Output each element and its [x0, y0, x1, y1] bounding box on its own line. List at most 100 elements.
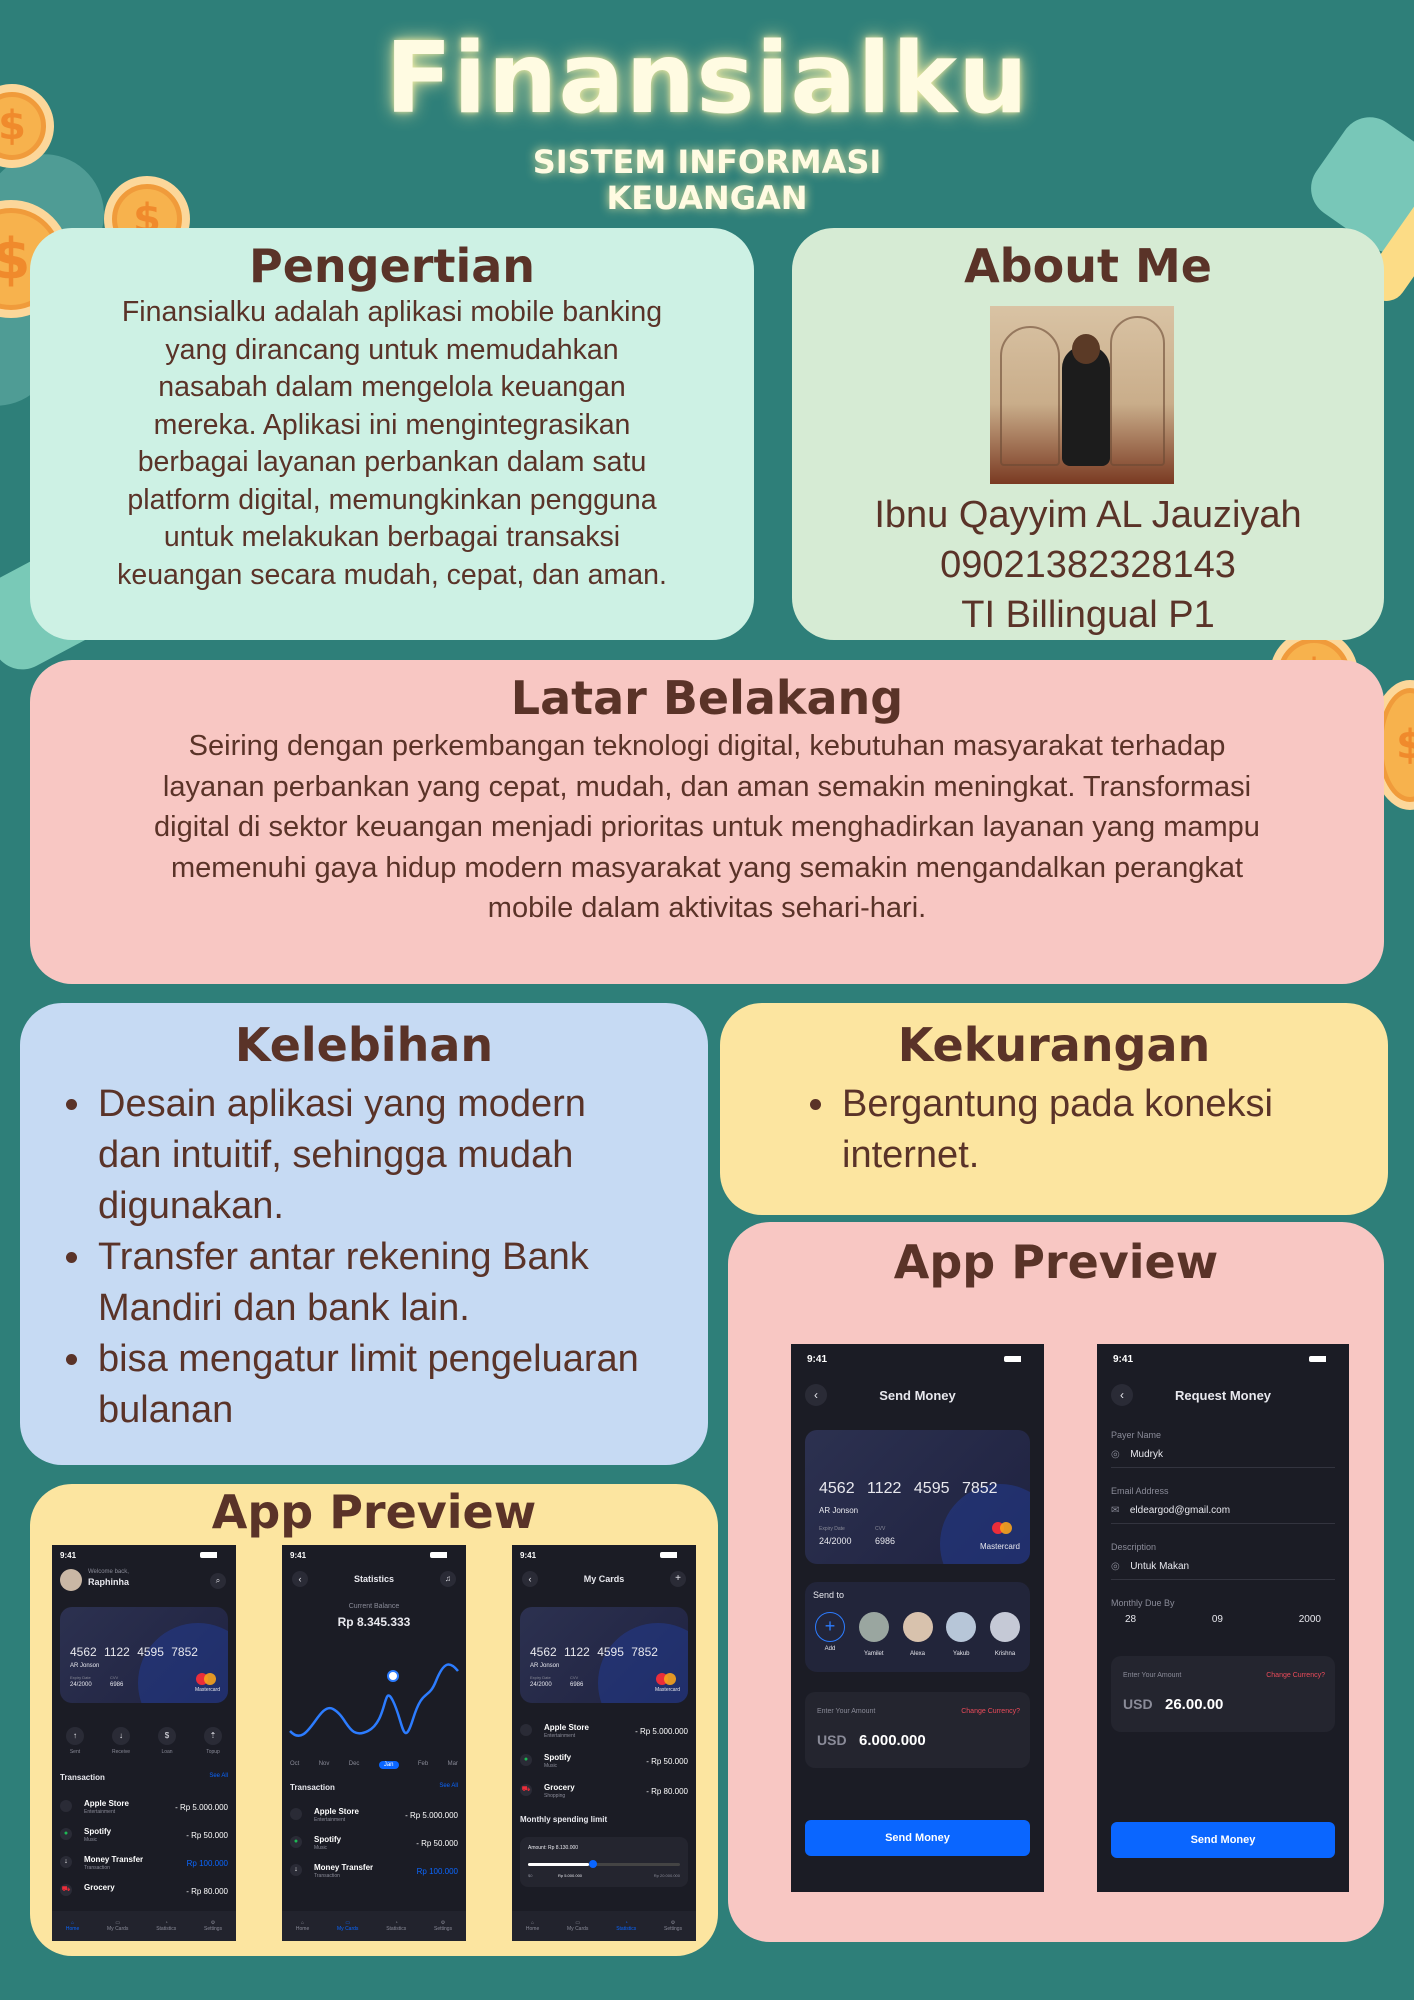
- slider-thumb[interactable]: [588, 1860, 597, 1868]
- due-year[interactable]: 2000: [1299, 1614, 1321, 1634]
- arrow-up-icon: ↑: [66, 1727, 84, 1745]
- tx-category: Shopping: [544, 1793, 566, 1799]
- due-day[interactable]: 28: [1125, 1614, 1136, 1634]
- nav-statistics[interactable]: ◔ Statistics: [156, 1920, 176, 1932]
- contact-item[interactable]: Krishna: [986, 1612, 1024, 1657]
- kelebihan-card: Kelebihan Desain aplikasi yang modern da…: [20, 1003, 708, 1465]
- transaction-row[interactable]: Apple Store Entertainment - Rp 5.000.000: [290, 1807, 458, 1831]
- payer-field[interactable]: ◎ Mudryk: [1111, 1444, 1335, 1468]
- change-currency-link[interactable]: Change Currency?: [1266, 1672, 1325, 1679]
- tx-category: Music: [544, 1763, 558, 1769]
- limit-slider[interactable]: [528, 1860, 680, 1868]
- transaction-row[interactable]: ↓ Money Transfer Transaction Rp 100.000: [290, 1863, 458, 1887]
- tx-amount: - Rp 50.000: [646, 1757, 688, 1766]
- credit-card[interactable]: 4562 1122 4595 7852 AR Jonson Expiry Dat…: [60, 1607, 228, 1703]
- nav-home[interactable]: ⌂ Home: [66, 1920, 79, 1932]
- action-sent-button[interactable]: ↑ Sent: [60, 1727, 90, 1755]
- photo-person: [1062, 346, 1110, 466]
- dollar-icon: $: [158, 1727, 176, 1745]
- tx-name: Grocery: [84, 1883, 115, 1892]
- nav-settings[interactable]: ⚙ Settings: [664, 1920, 682, 1932]
- change-currency-link[interactable]: Change Currency?: [961, 1708, 1020, 1715]
- month-tab[interactable]: Nov: [319, 1761, 330, 1769]
- status-time: 9:41: [1113, 1354, 1134, 1365]
- transaction-row[interactable]: ↓ Money Transfer Transaction Rp 100.000: [60, 1855, 228, 1879]
- nav-settings[interactable]: ⚙ Settings: [434, 1920, 452, 1932]
- limit-amount: Amount: Rp 8.130.000: [528, 1845, 579, 1851]
- due-month[interactable]: 09: [1212, 1614, 1223, 1634]
- credit-card[interactable]: 4562 1122 4595 7852 AR Jonson Expiry Dat…: [805, 1430, 1030, 1564]
- transaction-row[interactable]: ⛟ Grocery Shopping - Rp 80.000: [520, 1783, 688, 1807]
- transaction-row[interactable]: ● Spotify Music - Rp 50.000: [520, 1753, 688, 1777]
- nav-my-cards[interactable]: ▭ My Cards: [107, 1920, 128, 1932]
- section-body: Finansialku adalah aplikasi mobile banki…: [30, 294, 754, 594]
- nav-home[interactable]: ⌂ Home: [296, 1920, 309, 1932]
- body-line: Seiring dengan perkembangan teknologi di…: [188, 730, 1226, 762]
- add-icon[interactable]: +: [670, 1571, 686, 1587]
- tx-amount: - Rp 50.000: [416, 1839, 458, 1848]
- bell-icon[interactable]: ♫: [440, 1571, 456, 1587]
- payer-value: Mudryk: [1130, 1449, 1163, 1460]
- transaction-row[interactable]: ⛟ Grocery - Rp 80.000: [60, 1883, 228, 1907]
- contact-name: Add: [824, 1646, 836, 1652]
- contact-item[interactable]: Alexa: [899, 1612, 937, 1657]
- month-tab[interactable]: Mar: [448, 1761, 458, 1769]
- amount-input[interactable]: 26.00.00: [1165, 1696, 1223, 1713]
- email-field[interactable]: ✉ eldeargod@gmail.com: [1111, 1500, 1335, 1524]
- body-line: nasabah dalam mengelola keuangan: [158, 371, 626, 403]
- status-time: 9:41: [520, 1551, 537, 1560]
- amount-input[interactable]: 6.000.000: [859, 1732, 926, 1749]
- nav-my-cards[interactable]: ▭ My Cards: [567, 1920, 588, 1932]
- month-tab-active[interactable]: Jan: [378, 1761, 399, 1769]
- cvv-label: CVV: [875, 1526, 886, 1532]
- transaction-row[interactable]: Apple Store Entertainment - Rp 5.000.000: [60, 1799, 228, 1823]
- nav-label: My Cards: [337, 1926, 359, 1932]
- card-number-group: 4562: [70, 1645, 97, 1659]
- see-all-link[interactable]: See All: [439, 1783, 458, 1789]
- send-money-button[interactable]: Send Money: [805, 1820, 1030, 1856]
- list-item-line: Desain aplikasi yang modern: [98, 1083, 586, 1125]
- tx-name: Apple Store: [544, 1723, 589, 1732]
- tx-name: Spotify: [314, 1835, 342, 1844]
- add-contact-button[interactable]: + Add: [811, 1612, 849, 1657]
- amount-label: Enter Your Amount: [817, 1708, 876, 1715]
- action-label: Loan: [161, 1749, 173, 1755]
- tx-category: Transaction: [314, 1873, 340, 1879]
- action-topup-button[interactable]: ⇡ Topup: [198, 1727, 228, 1755]
- apple-icon: [290, 1808, 302, 1820]
- search-icon[interactable]: ⌕: [210, 1573, 226, 1589]
- card-number: 4562 1122 4595 7852: [70, 1645, 198, 1659]
- spotify-icon: ●: [290, 1836, 302, 1848]
- tx-category: Entertainment: [84, 1809, 116, 1815]
- contact-item[interactable]: Yamilet: [855, 1612, 893, 1657]
- nav-settings[interactable]: ⚙ Settings: [204, 1920, 222, 1932]
- tx-category: Entertainment: [314, 1817, 346, 1823]
- action-loan-button[interactable]: $ Loan: [152, 1727, 182, 1755]
- kekurangan-list: Bergantung pada koneksi internet.: [802, 1079, 1362, 1181]
- description-field[interactable]: ◎ Untuk Makan: [1111, 1556, 1335, 1580]
- nav-label: Home: [295, 1926, 310, 1932]
- due-date-field[interactable]: 28 09 2000: [1111, 1614, 1335, 1634]
- phone-screen-statistics: 9:41 ‹ Statistics ♫ Current Balance Rp 8…: [282, 1545, 466, 1941]
- month-tab[interactable]: Feb: [418, 1761, 428, 1769]
- spotify-icon: ●: [520, 1754, 532, 1766]
- card-number-group: 4562: [819, 1480, 855, 1497]
- nav-my-cards[interactable]: ▭ My Cards: [337, 1920, 358, 1932]
- transaction-row[interactable]: Apple Store Entertainment - Rp 5.000.000: [520, 1723, 688, 1747]
- month-tab[interactable]: Dec: [349, 1761, 360, 1769]
- app-subtitle: SISTEM INFORMASI KEUANGAN: [0, 144, 1414, 216]
- transaction-heading: Transaction: [290, 1783, 335, 1792]
- send-money-button[interactable]: Send Money: [1111, 1822, 1335, 1858]
- transaction-row[interactable]: ● Spotify Music - Rp 50.000: [290, 1835, 458, 1859]
- see-all-link[interactable]: See All: [209, 1773, 228, 1779]
- month-tab[interactable]: Oct: [290, 1761, 299, 1769]
- contact-item[interactable]: Yakub: [942, 1612, 980, 1657]
- nav-statistics[interactable]: ◔ Statistics: [386, 1920, 406, 1932]
- nav-home[interactable]: ⌂ Home: [526, 1920, 539, 1932]
- credit-card[interactable]: 4562 1122 4595 7852 AR Jonson Expiry Dat…: [520, 1607, 688, 1703]
- action-receive-button[interactable]: ↓ Receive: [106, 1727, 136, 1755]
- nav-statistics[interactable]: ◔ Statistics: [616, 1920, 636, 1932]
- currency-code[interactable]: USD: [817, 1732, 847, 1748]
- currency-code[interactable]: USD: [1123, 1696, 1153, 1712]
- transaction-row[interactable]: ● Spotify Music - Rp 50.000: [60, 1827, 228, 1851]
